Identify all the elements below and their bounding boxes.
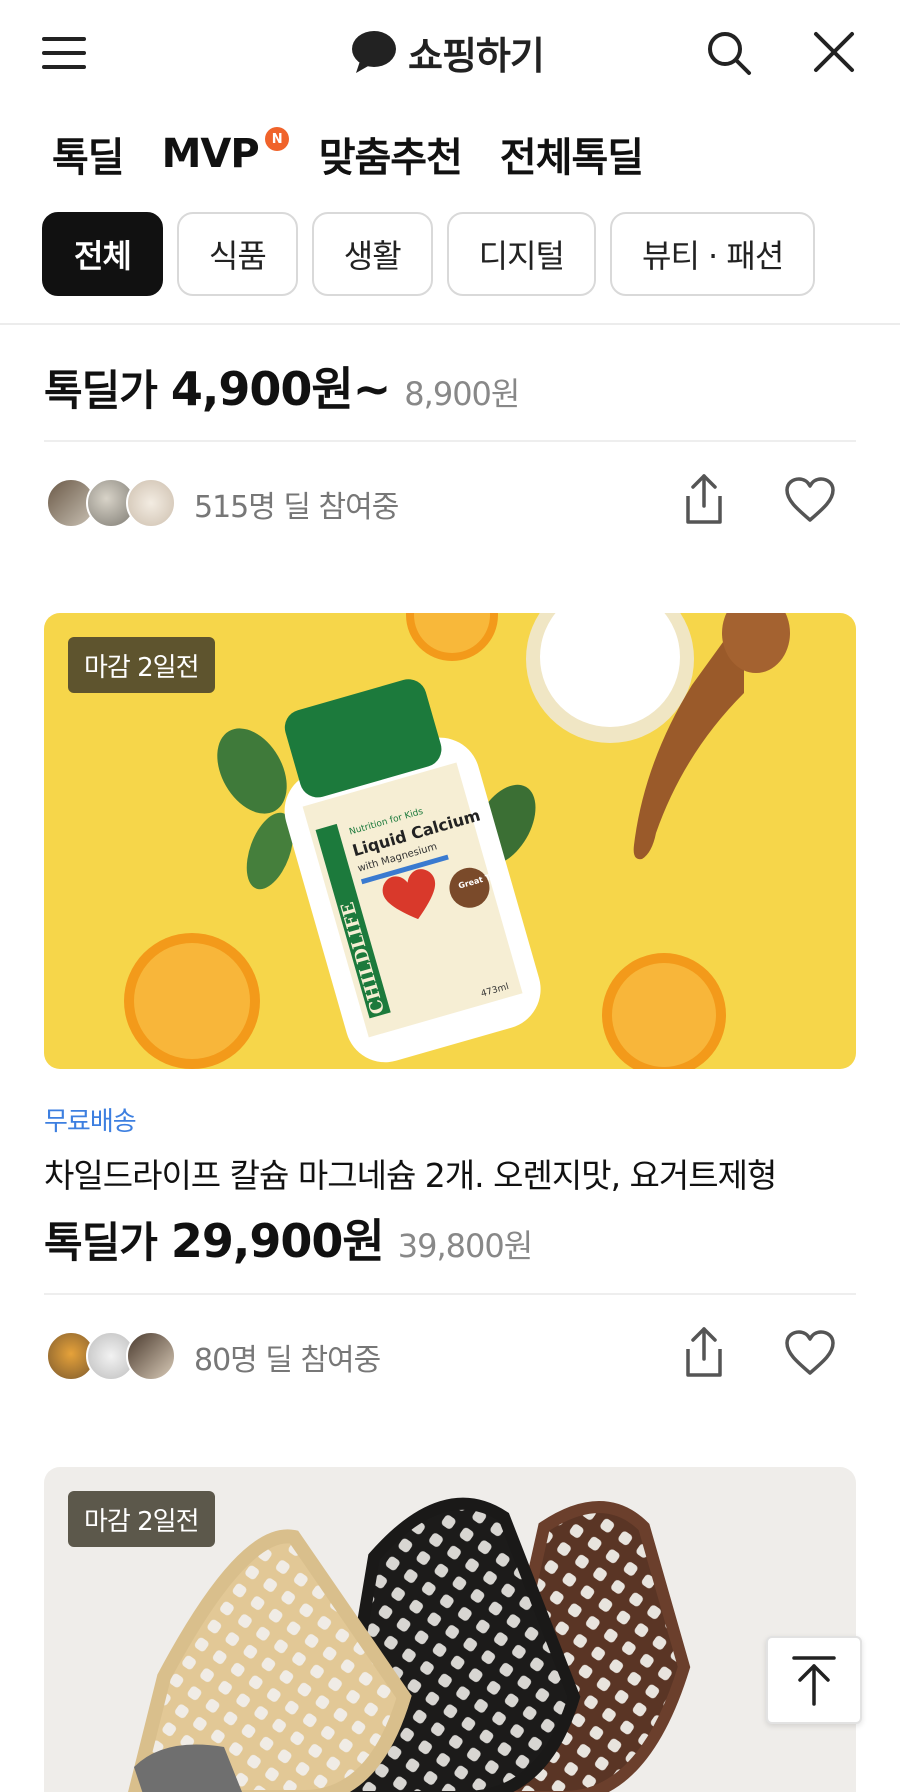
app-title: 쇼핑하기 <box>350 24 545 80</box>
social-row: 515명 딜 참여중 <box>44 470 856 540</box>
new-badge: N <box>264 127 289 151</box>
product-image[interactable]: Nutrition for Kids Liquid Calcium with M… <box>44 613 856 1069</box>
share-icon[interactable] <box>680 472 728 528</box>
price-row: 톡딜가 29,900원 39,800원 <box>44 1205 533 1271</box>
chip-all[interactable]: 전체 <box>42 212 163 296</box>
tab-label: 전체톡딜 <box>499 135 644 181</box>
search-icon[interactable] <box>706 30 752 76</box>
tab-recommend[interactable]: 맞춤추천 <box>318 125 463 183</box>
deal-price: 4,900원~ <box>170 362 391 416</box>
scroll-to-top-button[interactable] <box>766 1636 862 1724</box>
avatar <box>126 1331 176 1381</box>
chip-beauty-fashion[interactable]: 뷰티 · 패션 <box>610 212 816 296</box>
deal-list[interactable]: 톡딜가 4,900원~ 8,900원 515명 딜 참여중 Nutrition … <box>0 325 900 1792</box>
free-shipping-label: 무료배송 <box>44 1107 137 1137</box>
chip-living[interactable]: 생활 <box>311 212 433 296</box>
divider <box>44 440 856 442</box>
participant-avatars <box>46 1331 176 1381</box>
page-title: 쇼핑하기 <box>408 33 545 78</box>
arrow-up-icon <box>792 1656 836 1706</box>
heart-icon[interactable] <box>784 476 836 524</box>
participant-avatars <box>46 478 176 528</box>
avatar <box>126 478 176 528</box>
product-image[interactable]: 마감 2일전 <box>44 1467 856 1792</box>
tab-mvp[interactable]: MVP N <box>161 127 289 177</box>
price-label: 톡딜가 <box>44 366 158 415</box>
main-tabs: 톡딜 MVP N 맞춤추천 전체톡딜 <box>0 108 900 200</box>
participant-count: 515명 딜 참여중 <box>194 490 399 525</box>
tab-label: 톡딜 <box>52 135 125 181</box>
top-bar: 쇼핑하기 <box>0 0 900 108</box>
product-name[interactable]: 차일드라이프 칼슘 마그네슘 2개. 오렌지맛, 요거트제형 <box>44 1149 777 1197</box>
deal-price: 29,900원 <box>170 1214 385 1268</box>
original-price: 8,900원 <box>404 375 520 413</box>
heart-icon[interactable] <box>784 1329 836 1377</box>
deadline-badge: 마감 2일전 <box>68 637 215 693</box>
deadline-badge: 마감 2일전 <box>68 1491 215 1547</box>
price-label: 톡딜가 <box>44 1218 158 1267</box>
hamburger-menu-icon[interactable] <box>42 33 88 73</box>
category-chips: 전체 식품 생활 디지털 뷰티 · 패션 <box>0 212 900 298</box>
participant-count: 80명 딜 참여중 <box>194 1343 381 1378</box>
tab-label: MVP <box>161 131 260 177</box>
original-price: 39,800원 <box>397 1227 533 1265</box>
chip-food[interactable]: 식품 <box>176 212 298 296</box>
tab-talkdeal[interactable]: 톡딜 <box>52 125 125 183</box>
social-row: 80명 딜 참여중 <box>44 1323 856 1393</box>
divider <box>44 1293 856 1295</box>
price-row: 톡딜가 4,900원~ 8,900원 <box>44 353 520 419</box>
talk-bubble-icon <box>352 31 396 73</box>
share-icon[interactable] <box>680 1325 728 1381</box>
tab-all-deals[interactable]: 전체톡딜 <box>499 125 644 183</box>
close-icon[interactable] <box>812 30 856 74</box>
chip-digital[interactable]: 디지털 <box>446 212 596 296</box>
tab-label: 맞춤추천 <box>318 135 463 181</box>
